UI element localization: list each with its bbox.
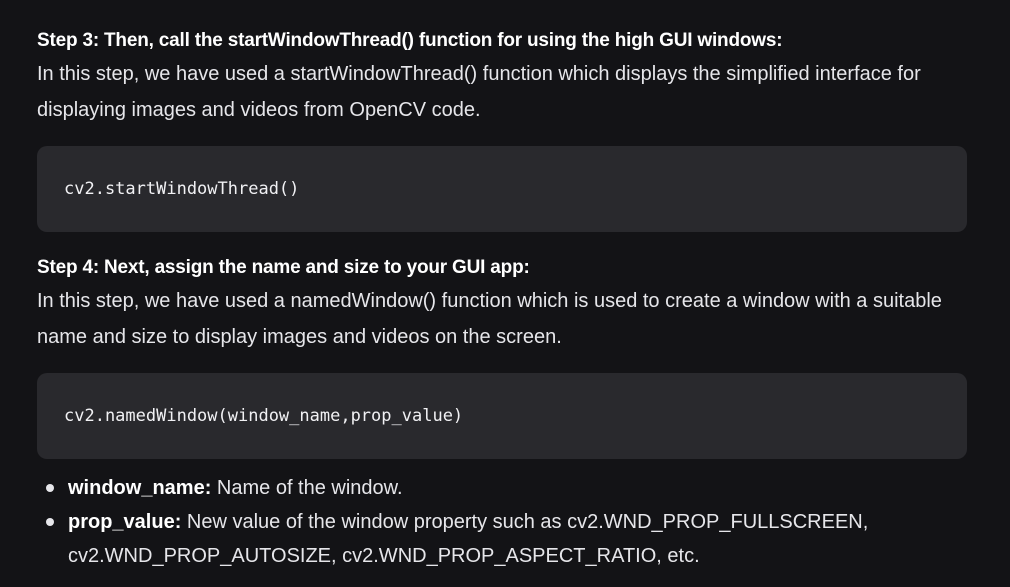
code-block-start-window-thread[interactable]: cv2.startWindowThread() — [37, 146, 967, 232]
step-3-heading: Step 3: Then, call the startWindowThread… — [37, 30, 783, 51]
param-term: window_name: — [68, 477, 212, 499]
bullet-icon — [46, 518, 54, 526]
bullet-icon — [46, 484, 54, 492]
code-line: cv2.startWindowThread() — [64, 179, 300, 199]
parameter-list: window_name: Name of the window. prop_va… — [37, 471, 973, 573]
step-4-description: In this step, we have used a namedWindow… — [37, 290, 942, 348]
list-item-prop-value: prop_value: New value of the window prop… — [37, 505, 973, 573]
code-line: cv2.namedWindow(window_name,prop_value) — [64, 406, 464, 426]
step-4-heading: Step 4: Next, assign the name and size t… — [37, 257, 530, 278]
param-term: prop_value: — [68, 511, 182, 533]
step-3-description: In this step, we have used a startWindow… — [37, 63, 921, 121]
article-content: Step 3: Then, call the startWindowThread… — [0, 0, 1010, 587]
param-description: Name of the window. — [211, 477, 403, 499]
param-description: New value of the window property such as… — [68, 511, 869, 567]
code-block-named-window[interactable]: cv2.namedWindow(window_name,prop_value) — [37, 373, 967, 459]
list-item-window-name: window_name: Name of the window. — [37, 471, 973, 505]
